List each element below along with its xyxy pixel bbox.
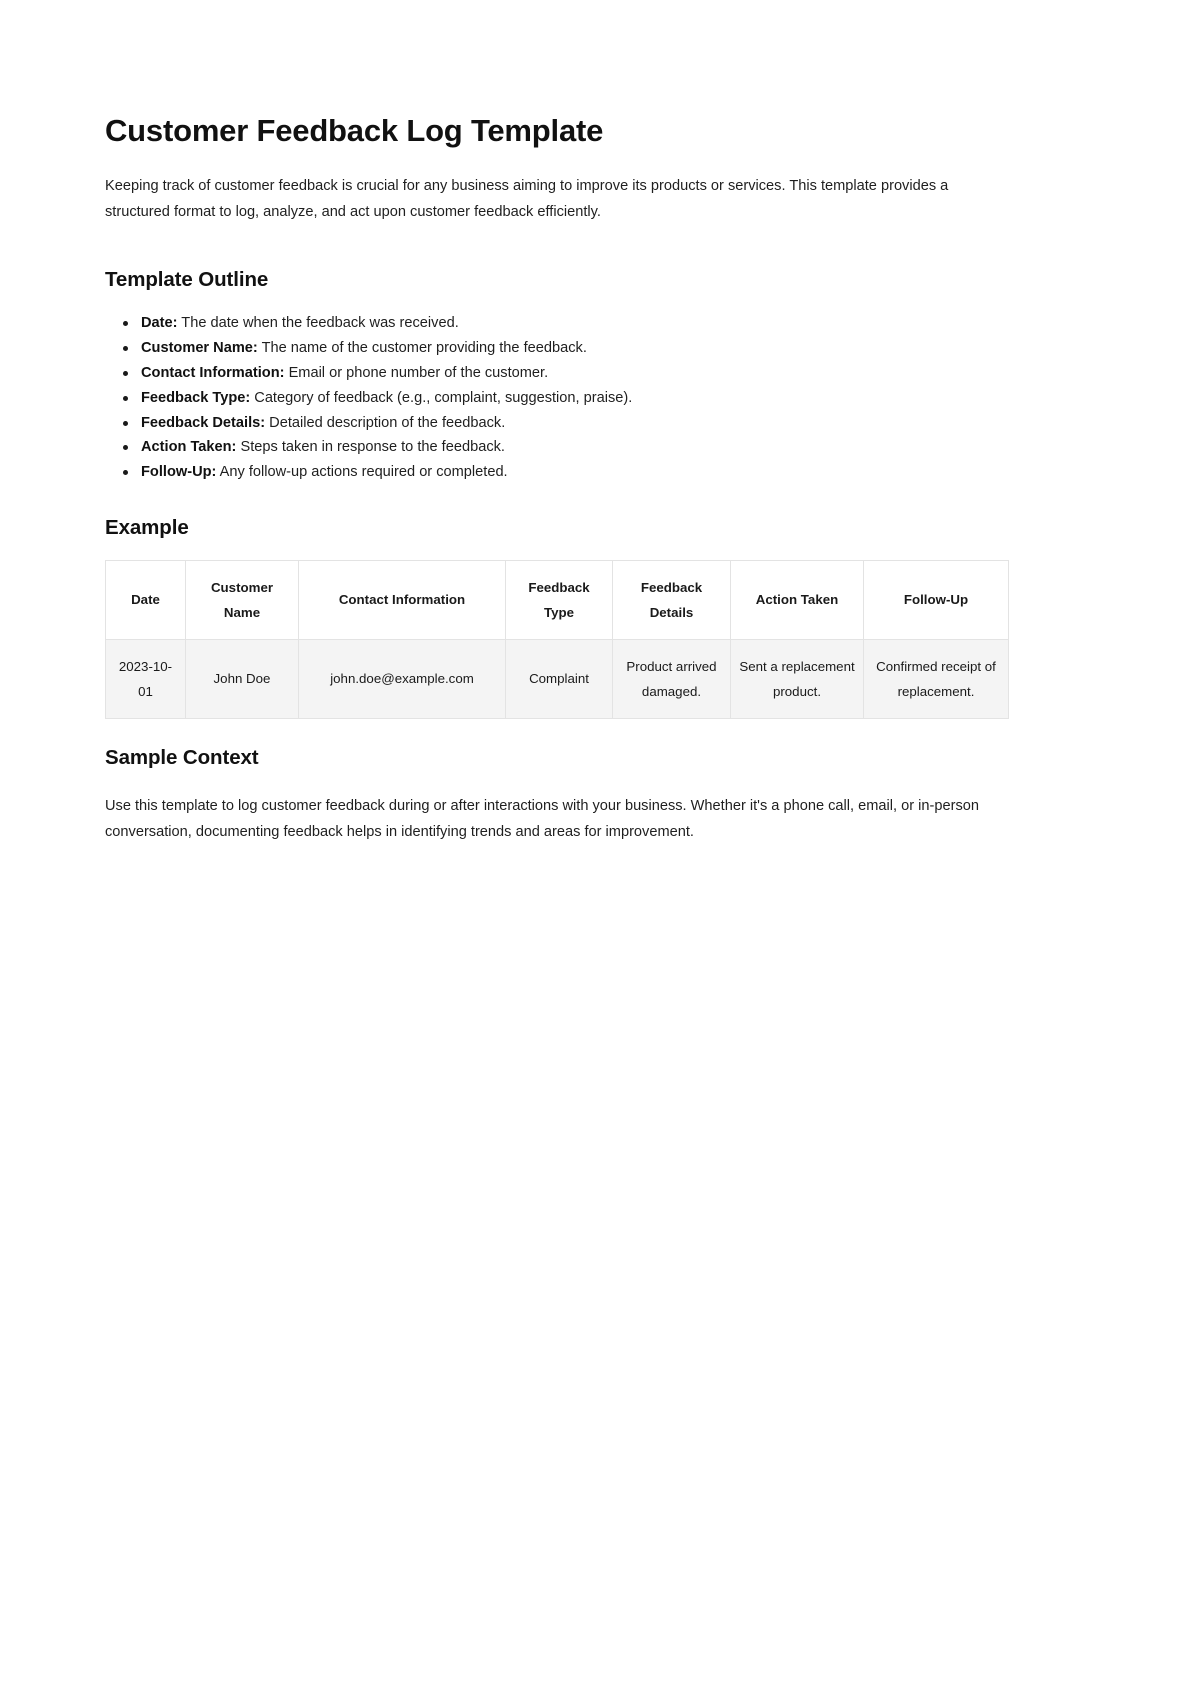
list-item: Customer Name: The name of the customer … — [123, 336, 1008, 361]
template-outline-list: Date: The date when the feedback was rec… — [105, 311, 1008, 485]
list-item: Feedback Details: Detailed description o… — [123, 411, 1008, 436]
list-item: Date: The date when the feedback was rec… — [123, 311, 1008, 336]
bullet-icon — [123, 470, 128, 476]
list-item-description: The date when the feedback was received. — [181, 315, 459, 332]
example-table: Date Customer Name Contact Information F… — [105, 559, 1009, 719]
table-header: Date Customer Name Contact Information F… — [105, 559, 1009, 640]
intro-paragraph: Keeping track of customer feedback is cr… — [105, 177, 949, 220]
list-item-description: The name of the customer providing the f… — [261, 340, 587, 357]
list-item-term: Feedback Details: — [141, 414, 266, 431]
example-heading: Example — [105, 515, 189, 539]
column-header-action-taken: Action Taken — [730, 559, 864, 640]
cell-follow-up: Confirmed receipt of replacement. — [863, 638, 1009, 719]
column-header-customer-name: Customer Name — [185, 559, 299, 640]
list-item-term: Contact Information: — [141, 364, 285, 381]
column-header-feedback-type: Feedback Type — [505, 559, 613, 640]
bullet-icon — [123, 420, 128, 426]
list-item: Action Taken: Steps taken in response to… — [123, 435, 1008, 460]
list-item-term: Follow-Up: — [141, 464, 217, 481]
document-page: Customer Feedback Log Template Keeping t… — [0, 0, 1200, 1697]
list-item-description: Detailed description of the feedback. — [269, 414, 506, 431]
list-item-description: Email or phone number of the customer. — [288, 364, 549, 381]
list-item: Feedback Type: Category of feedback (e.g… — [123, 386, 1008, 411]
bullet-icon — [123, 370, 128, 376]
table-row: 2023-10-01 John Doe john.doe@example.com… — [105, 638, 1009, 719]
cell-customer-name: John Doe — [185, 638, 299, 719]
column-header-date: Date — [105, 559, 186, 640]
table-header-row: Date Customer Name Contact Information F… — [105, 559, 1009, 640]
list-item-term: Date: — [141, 315, 178, 332]
list-item-term: Action Taken: — [141, 439, 237, 456]
table-body: 2023-10-01 John Doe john.doe@example.com… — [105, 638, 1009, 719]
list-item-description: Steps taken in response to the feedback. — [240, 439, 505, 456]
list-item-term: Customer Name: — [141, 340, 258, 357]
bullet-icon — [123, 346, 128, 352]
cell-date: 2023-10-01 — [105, 638, 186, 719]
bullet-icon — [123, 395, 128, 401]
list-item: Follow-Up: Any follow-up actions require… — [123, 460, 1008, 485]
sample-context-heading: Sample Context — [105, 745, 259, 769]
column-header-contact-information: Contact Information — [298, 559, 506, 640]
template-outline-heading: Template Outline — [105, 267, 269, 291]
column-header-follow-up: Follow-Up — [863, 559, 1009, 640]
column-header-feedback-details: Feedback Details — [612, 559, 731, 640]
bullet-icon — [123, 445, 128, 451]
cell-action-taken: Sent a replacement product. — [730, 638, 864, 719]
sample-context-paragraph: Use this template to log customer feedba… — [105, 798, 979, 841]
list-item-description: Any follow-up actions required or comple… — [219, 464, 508, 481]
cell-contact-information: john.doe@example.com — [298, 638, 506, 719]
document-content: Customer Feedback Log Template Keeping t… — [105, 112, 1009, 845]
list-item-description: Category of feedback (e.g., complaint, s… — [254, 389, 633, 406]
list-item-term: Feedback Type: — [141, 389, 251, 406]
list-item: Contact Information: Email or phone numb… — [123, 361, 1008, 386]
bullet-icon — [123, 321, 128, 327]
cell-feedback-type: Complaint — [505, 638, 613, 719]
cell-feedback-details: Product arrived damaged. — [612, 638, 731, 719]
page-title: Customer Feedback Log Template — [105, 113, 604, 148]
